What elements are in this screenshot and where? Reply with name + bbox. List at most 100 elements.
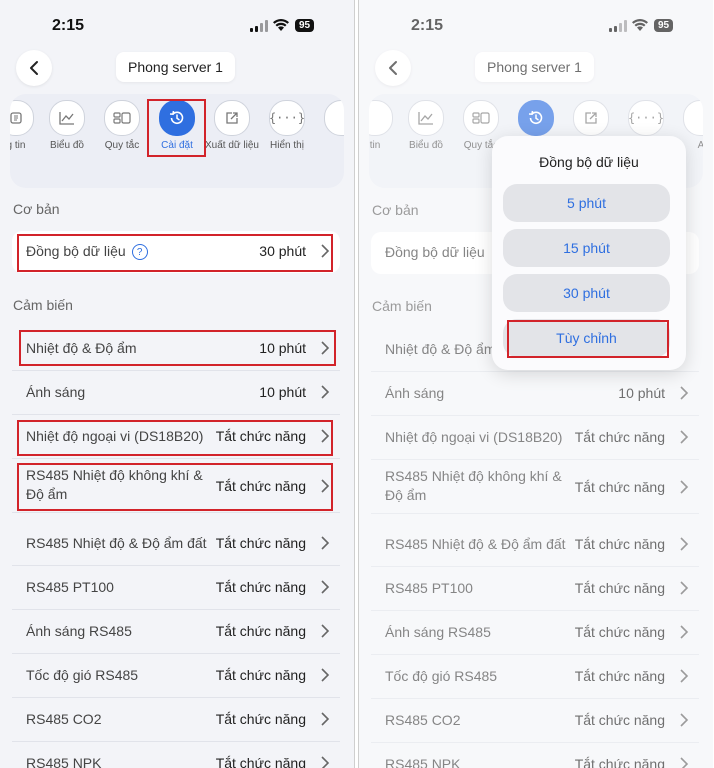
chevron-left-icon [30, 61, 38, 75]
section-basic-title: Cơ bản [13, 201, 60, 217]
sensor-value: Tắt chức năng [215, 623, 306, 639]
chart-icon [408, 100, 444, 136]
sensor-value: Tắt chức năng [574, 479, 665, 495]
sensor-row[interactable]: RS485 Nhiệt độ không khí & Độ ẩm Tắt chứ… [12, 460, 340, 513]
tab-settings[interactable] [508, 100, 564, 136]
sensor-value: Tắt chức năng [215, 478, 306, 494]
sensor-row[interactable]: RS485 CO2 Tắt chức năng [371, 700, 699, 743]
status-time: 2:15 [411, 17, 444, 34]
wifi-icon [632, 19, 648, 31]
sensor-value: Tắt chức năng [574, 624, 665, 640]
sensor-row[interactable]: RS485 PT100 Tắt chức năng [371, 568, 699, 611]
sensor-row[interactable]: Ánh sáng 10 phút [371, 373, 699, 416]
chevron-right-icon [680, 713, 689, 727]
braces-icon: {···} [628, 100, 664, 136]
screen-settings: 2:15 95 Phong server 1 g tin Biểu đồ Quy… [0, 0, 355, 768]
sensor-label: Nhiệt độ & Độ ẩm [385, 341, 496, 357]
tab-settings[interactable]: Cài đặt [149, 100, 205, 152]
sensor-value: Tắt chức năng [215, 755, 306, 768]
sensor-value: Tắt chức năng [574, 712, 665, 728]
chevron-right-icon [321, 385, 330, 399]
sensor-value: Tắt chức năng [215, 535, 306, 551]
sensor-row[interactable]: Tốc độ gió RS485 Tắt chức năng [371, 656, 699, 699]
sensor-value: Tắt chức năng [574, 429, 665, 445]
data-sync-label: Đồng bộ dữ liệu [385, 244, 485, 260]
sensor-row[interactable]: Tốc độ gió RS485 Tắt chức năng [12, 655, 340, 698]
section-basic-title: Cơ bản [372, 202, 419, 218]
sensor-label: RS485 Nhiệt độ không khí & Độ ẩm [26, 467, 203, 502]
data-sync-label: Đồng bộ dữ liệu? [26, 243, 148, 261]
sensor-row[interactable]: RS485 CO2 Tắt chức năng [12, 699, 340, 742]
sensor-row[interactable]: RS485 Nhiệt độ không khí & Độ ẩm Tắt chứ… [371, 461, 699, 514]
export-icon [214, 100, 250, 136]
status-bar: 2:15 95 [0, 0, 354, 46]
feature-tab-bar: g tin Biểu đồ Quy tắc Cài đặt Xuất dữ li… [10, 94, 344, 188]
sensor-row[interactable]: Ánh sáng RS485 Tắt chức năng [12, 611, 340, 654]
export-icon [573, 100, 609, 136]
tab-chart-label: Biểu đồ [409, 140, 443, 151]
sensor-value: Tắt chức năng [215, 667, 306, 683]
sensor-label: RS485 CO2 [385, 712, 461, 728]
tab-display[interactable]: {···} [618, 100, 674, 136]
back-button[interactable] [375, 50, 411, 86]
sensor-label: Tốc độ gió RS485 [385, 668, 498, 684]
screen-settings-popup: 2:15 95 Phong server 1 tin Biểu đồ Quy t… [358, 0, 713, 768]
chevron-right-icon [321, 429, 330, 443]
tab-more[interactable] [314, 100, 344, 136]
chevron-right-icon [680, 386, 689, 400]
settings-sync-icon [518, 100, 554, 136]
sensor-value: Tắt chức năng [215, 711, 306, 727]
chevron-right-icon [680, 757, 689, 768]
sensor-label: RS485 NPK [26, 755, 102, 768]
section-sensors-title: Cảm biến [372, 298, 432, 314]
tab-export[interactable]: Xuất dữ liệu [204, 100, 260, 152]
sensor-row[interactable]: Nhiệt độ ngoại vi (DS18B20) Tắt chức năn… [371, 417, 699, 460]
chevron-left-icon [389, 61, 397, 75]
sensor-row[interactable]: RS485 PT100 Tắt chức năng [12, 567, 340, 610]
chevron-right-icon [680, 581, 689, 595]
rules-icon [104, 100, 140, 136]
battery-indicator: 95 [654, 19, 674, 32]
popup-title: Đồng bộ dữ liệu [539, 154, 639, 170]
chevron-right-icon [321, 756, 330, 768]
rules-icon [463, 100, 499, 136]
help-icon[interactable]: ? [131, 244, 148, 261]
sensor-row[interactable]: RS485 NPK Tắt chức năng [371, 744, 699, 768]
sensor-value: Tắt chức năng [574, 756, 665, 768]
tab-display[interactable]: {···} Hiển thị [259, 100, 315, 152]
chevron-right-icon [680, 669, 689, 683]
wifi-icon [273, 19, 289, 31]
sensor-label: Ánh sáng [385, 385, 445, 401]
sensor-label: Tốc độ gió RS485 [26, 667, 139, 683]
data-sync-row[interactable]: Đồng bộ dữ liệu? 30 phút [12, 231, 340, 273]
sensor-label: RS485 PT100 [385, 580, 473, 596]
tab-rules[interactable]: Quy tắc [94, 100, 150, 152]
sensor-label: Ánh sáng RS485 [385, 624, 491, 640]
sensor-row[interactable]: RS485 Nhiệt độ & Độ ẩm đất Tắt chức năng [12, 523, 340, 566]
info-icon [10, 100, 34, 136]
sensor-value: Tắt chức năng [215, 428, 306, 444]
tab-chart[interactable]: Biểu đồ [398, 100, 454, 152]
option-5-min[interactable]: 5 phút [503, 184, 670, 222]
more-icon [324, 100, 344, 136]
sensor-label: RS485 CO2 [26, 711, 102, 727]
sensor-row[interactable]: Nhiệt độ & Độ ẩm 10 phút [12, 328, 340, 371]
tab-export[interactable] [563, 100, 619, 136]
info-icon [369, 100, 393, 136]
option-custom[interactable]: Tùy chỉnh [503, 319, 670, 357]
back-button[interactable] [16, 50, 52, 86]
sensor-row[interactable]: Ánh sáng 10 phút [12, 372, 340, 415]
tab-chart[interactable]: Biểu đồ [39, 100, 95, 152]
sensor-row[interactable]: RS485 Nhiệt độ & Độ ẩm đất Tắt chức năng [371, 524, 699, 567]
sensor-row[interactable]: RS485 NPK Tắt chức năng [12, 743, 340, 768]
chevron-right-icon [321, 580, 330, 594]
sensor-row[interactable]: Ánh sáng RS485 Tắt chức năng [371, 612, 699, 655]
sensor-label: RS485 NPK [385, 756, 461, 768]
settings-sync-icon [159, 100, 195, 136]
sensor-row[interactable]: Nhiệt độ ngoại vi (DS18B20) Tắt chức năn… [12, 416, 340, 459]
option-15-min[interactable]: 15 phút [503, 229, 670, 267]
section-sensors-title: Cảm biến [13, 297, 73, 313]
sensor-label: RS485 Nhiệt độ & Độ ẩm đất [385, 536, 566, 552]
option-30-min[interactable]: 30 phút [503, 274, 670, 312]
chevron-right-icon [680, 625, 689, 639]
